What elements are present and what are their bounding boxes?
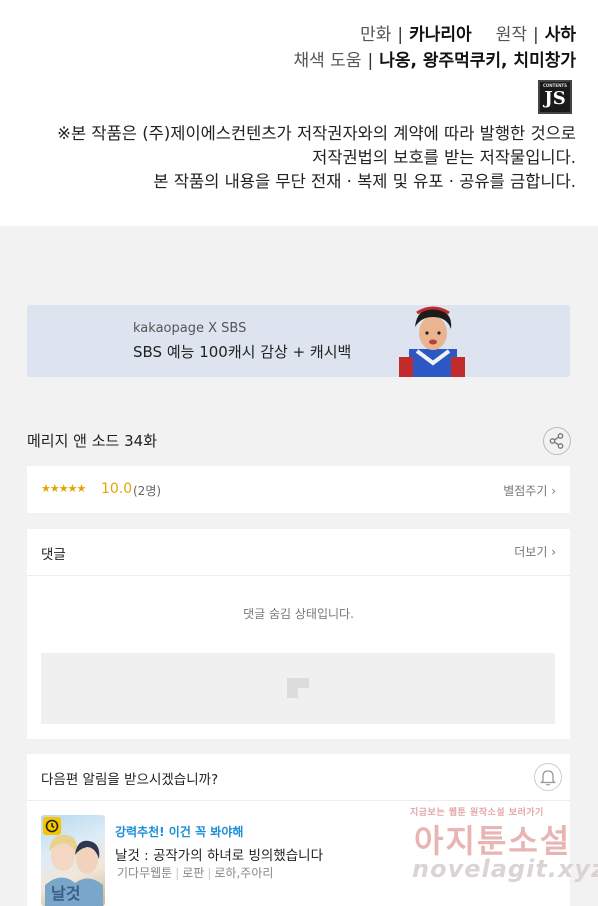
ad-placeholder [41,653,555,724]
banner-promo-text: SBS 예능 100캐시 감상 + 캐시백 [133,343,352,361]
promo-banner[interactable]: kakaopage X SBS SBS 예능 100캐시 감상 + 캐시백 [27,305,570,377]
comments-card: 댓글 더보기 › 댓글 숨김 상태입니다. [27,529,570,739]
original-author: 사하 [544,25,576,45]
recommendation-thumbnail[interactable]: 날것 [41,815,105,906]
comments-hidden-message: 댓글 숨김 상태입니다. [243,607,354,621]
credit-line-comic-original: 만화 | 카나리아 원작 | 사하 [360,25,576,45]
recommendation-title[interactable]: 날것 : 공작가의 하녀로 빙의했습니다 [115,844,323,864]
color-help-names: 나옹, 왕주먹쿠키, 치미창가 [379,51,576,71]
clock-icon [45,819,59,833]
publisher-logo: CONTENTS JS [538,80,572,114]
rating-stars: ★★★★★ [41,482,86,495]
notify-bell-button[interactable] [534,763,562,791]
rating-count: (2명) [133,484,162,498]
recommendation-badge: 강력추천! 이건 꼭 봐야해 [115,825,244,839]
wait-free-badge [43,817,61,835]
credits-section: 만화 | 카나리아 원작 | 사하 채색 도움 | 나옹, 왕주먹쿠키, 치미창가 CONTE… [0,0,598,226]
comments-header: 댓글 [41,547,66,563]
credit-line-color: 채색 도움 | 나옹, 왕주먹쿠키, 치미창가 [293,51,577,71]
svg-text:날것: 날것 [51,884,80,903]
recommendation-tags: 기다무웹툰 | 로판 | 로하,주아리 [117,866,274,880]
tag-item: 로판 [182,866,205,880]
original-label: 원작 [495,25,527,45]
rating-score: 10.0 [101,481,133,497]
comic-label: 만화 [360,25,392,45]
share-icon [549,433,564,449]
tag-item: 기다무웹툰 [117,866,173,880]
episode-title: 메리지 앤 소드 34화 [27,432,157,450]
share-button[interactable] [543,427,571,455]
divider [27,800,570,801]
divider [27,575,570,576]
banner-person-image [399,306,465,377]
comments-more-link[interactable]: 더보기 › [514,543,556,560]
comic-artist: 카나리아 [409,25,472,45]
tag-item: 로하,주아리 [214,866,274,880]
rate-link[interactable]: 별점주기 › [503,482,556,499]
copyright-notice: ※본 작품은 (주)제이에스컨텐츠가 저작권자와의 계약에 따라 발행한 것으로… [57,124,576,191]
rating-card: ★★★★★ 10.0 (2명) 별점주기 › [27,466,570,513]
placeholder-icon [287,678,309,698]
bell-icon [539,770,557,786]
notify-question: 다음편 알림을 받으시겠습니까? [41,772,219,788]
banner-brand: kakaopage X SBS [133,321,247,336]
notify-card: 다음편 알림을 받으시겠습니까? 날것 강력추천! 이건 꼭 봐야해 날것 : … [27,754,570,906]
color-help-label: 채색 도움 [293,51,362,71]
